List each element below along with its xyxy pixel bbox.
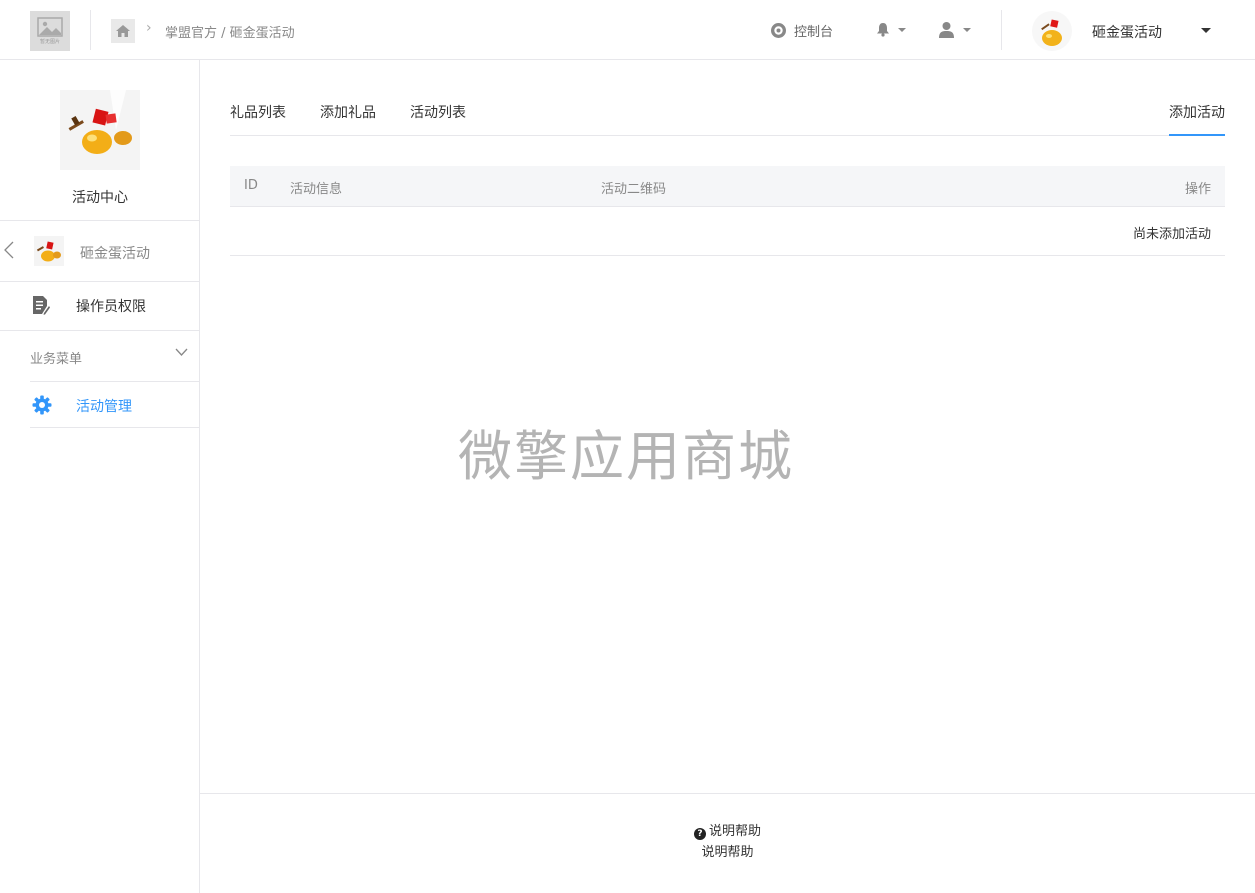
- help-text: 说明帮助: [701, 845, 754, 860]
- question-circle-icon: ?: [693, 828, 706, 840]
- back-item-label: 砸金蛋活动: [80, 246, 150, 262]
- golden-egg-icon: [1041, 19, 1062, 46]
- document-edit-icon: [33, 296, 50, 315]
- tab-add-gift[interactable]: 添加礼品: [320, 102, 376, 134]
- back-to-app-item[interactable]: 砸金蛋活动: [0, 221, 200, 281]
- operator-permissions-item[interactable]: 操作员权限: [0, 281, 200, 331]
- notification-dropdown[interactable]: [876, 22, 906, 37]
- footer: ? 说明帮助 说明帮助: [200, 793, 1255, 893]
- dashboard-icon: [771, 23, 786, 38]
- divider: [90, 10, 91, 50]
- caret-down-icon: [963, 27, 971, 32]
- home-icon: [116, 25, 130, 37]
- tab-gift-list[interactable]: 礼品列表: [230, 102, 286, 134]
- logo-caption: 暂无图片: [39, 39, 60, 45]
- app-title: 活动中心: [72, 190, 128, 206]
- business-menu-label: 业务菜单: [30, 352, 83, 367]
- console-link[interactable]: 控制台: [770, 21, 833, 40]
- help-link-label: 说明帮助: [708, 824, 761, 839]
- home-button[interactable]: [111, 19, 135, 43]
- sidebar: 活动中心 砸金蛋活动 操作员权限 业务菜单 活动管理: [0, 60, 200, 893]
- caret-down-icon: [898, 27, 906, 32]
- divider: [1001, 10, 1002, 50]
- table-row: 尚未添加活动: [230, 207, 1225, 256]
- column-header-actions: 操作: [1184, 182, 1211, 197]
- tab-add-activity[interactable]: 添加活动: [1169, 102, 1225, 136]
- account-caret-down-icon[interactable]: [1201, 28, 1211, 33]
- sidebar-item-label: 活动管理: [76, 399, 132, 415]
- business-menu-toggle[interactable]: 业务菜单: [0, 331, 200, 382]
- account-name: 砸金蛋活动: [1092, 25, 1162, 41]
- watermark: 微擎应用商城: [458, 425, 794, 488]
- tab-activity-list[interactable]: 活动列表: [410, 102, 466, 134]
- breadcrumb: 掌盟官方 / 砸金蛋活动: [165, 22, 295, 41]
- sidebar-item-activity-management[interactable]: 活动管理: [30, 382, 200, 428]
- golden-egg-icon: [68, 90, 132, 154]
- image-placeholder-icon: [37, 17, 63, 37]
- divider: [30, 427, 200, 428]
- site-logo[interactable]: 暂无图片: [30, 11, 70, 51]
- chevron-down-icon: [175, 348, 188, 356]
- chevron-left-icon: [4, 241, 14, 259]
- app-icon: [60, 90, 140, 170]
- empty-table-message: 尚未添加活动: [1132, 227, 1211, 242]
- bell-icon: [877, 23, 889, 37]
- breadcrumb-parent-link[interactable]: 掌盟官方: [165, 26, 217, 41]
- user-dropdown[interactable]: [938, 21, 971, 38]
- column-header-qrcode: 活动二维码: [601, 182, 667, 197]
- operator-permissions-label: 操作员权限: [76, 299, 146, 315]
- user-icon: [939, 22, 954, 38]
- table-header: ID 活动信息 活动二维码 操作: [230, 166, 1225, 207]
- column-header-activity-info: 活动信息: [290, 182, 343, 197]
- account-avatar[interactable]: [1032, 11, 1072, 51]
- breadcrumb-current: 砸金蛋活动: [229, 26, 295, 41]
- tab-bar: 礼品列表 添加礼品 活动列表 添加活动: [230, 88, 1225, 136]
- console-label: 控制台: [794, 25, 834, 40]
- top-bar: 暂无图片 › 掌盟官方 / 砸金蛋活动 控制台 砸金蛋活动: [0, 0, 1255, 60]
- chevron-right-icon: ›: [146, 20, 152, 36]
- breadcrumb-separator: /: [217, 26, 230, 41]
- help-link[interactable]: ? 说明帮助: [200, 820, 1255, 840]
- gear-icon: [32, 395, 52, 415]
- golden-egg-icon: [34, 236, 64, 266]
- column-header-id: ID: [244, 178, 258, 193]
